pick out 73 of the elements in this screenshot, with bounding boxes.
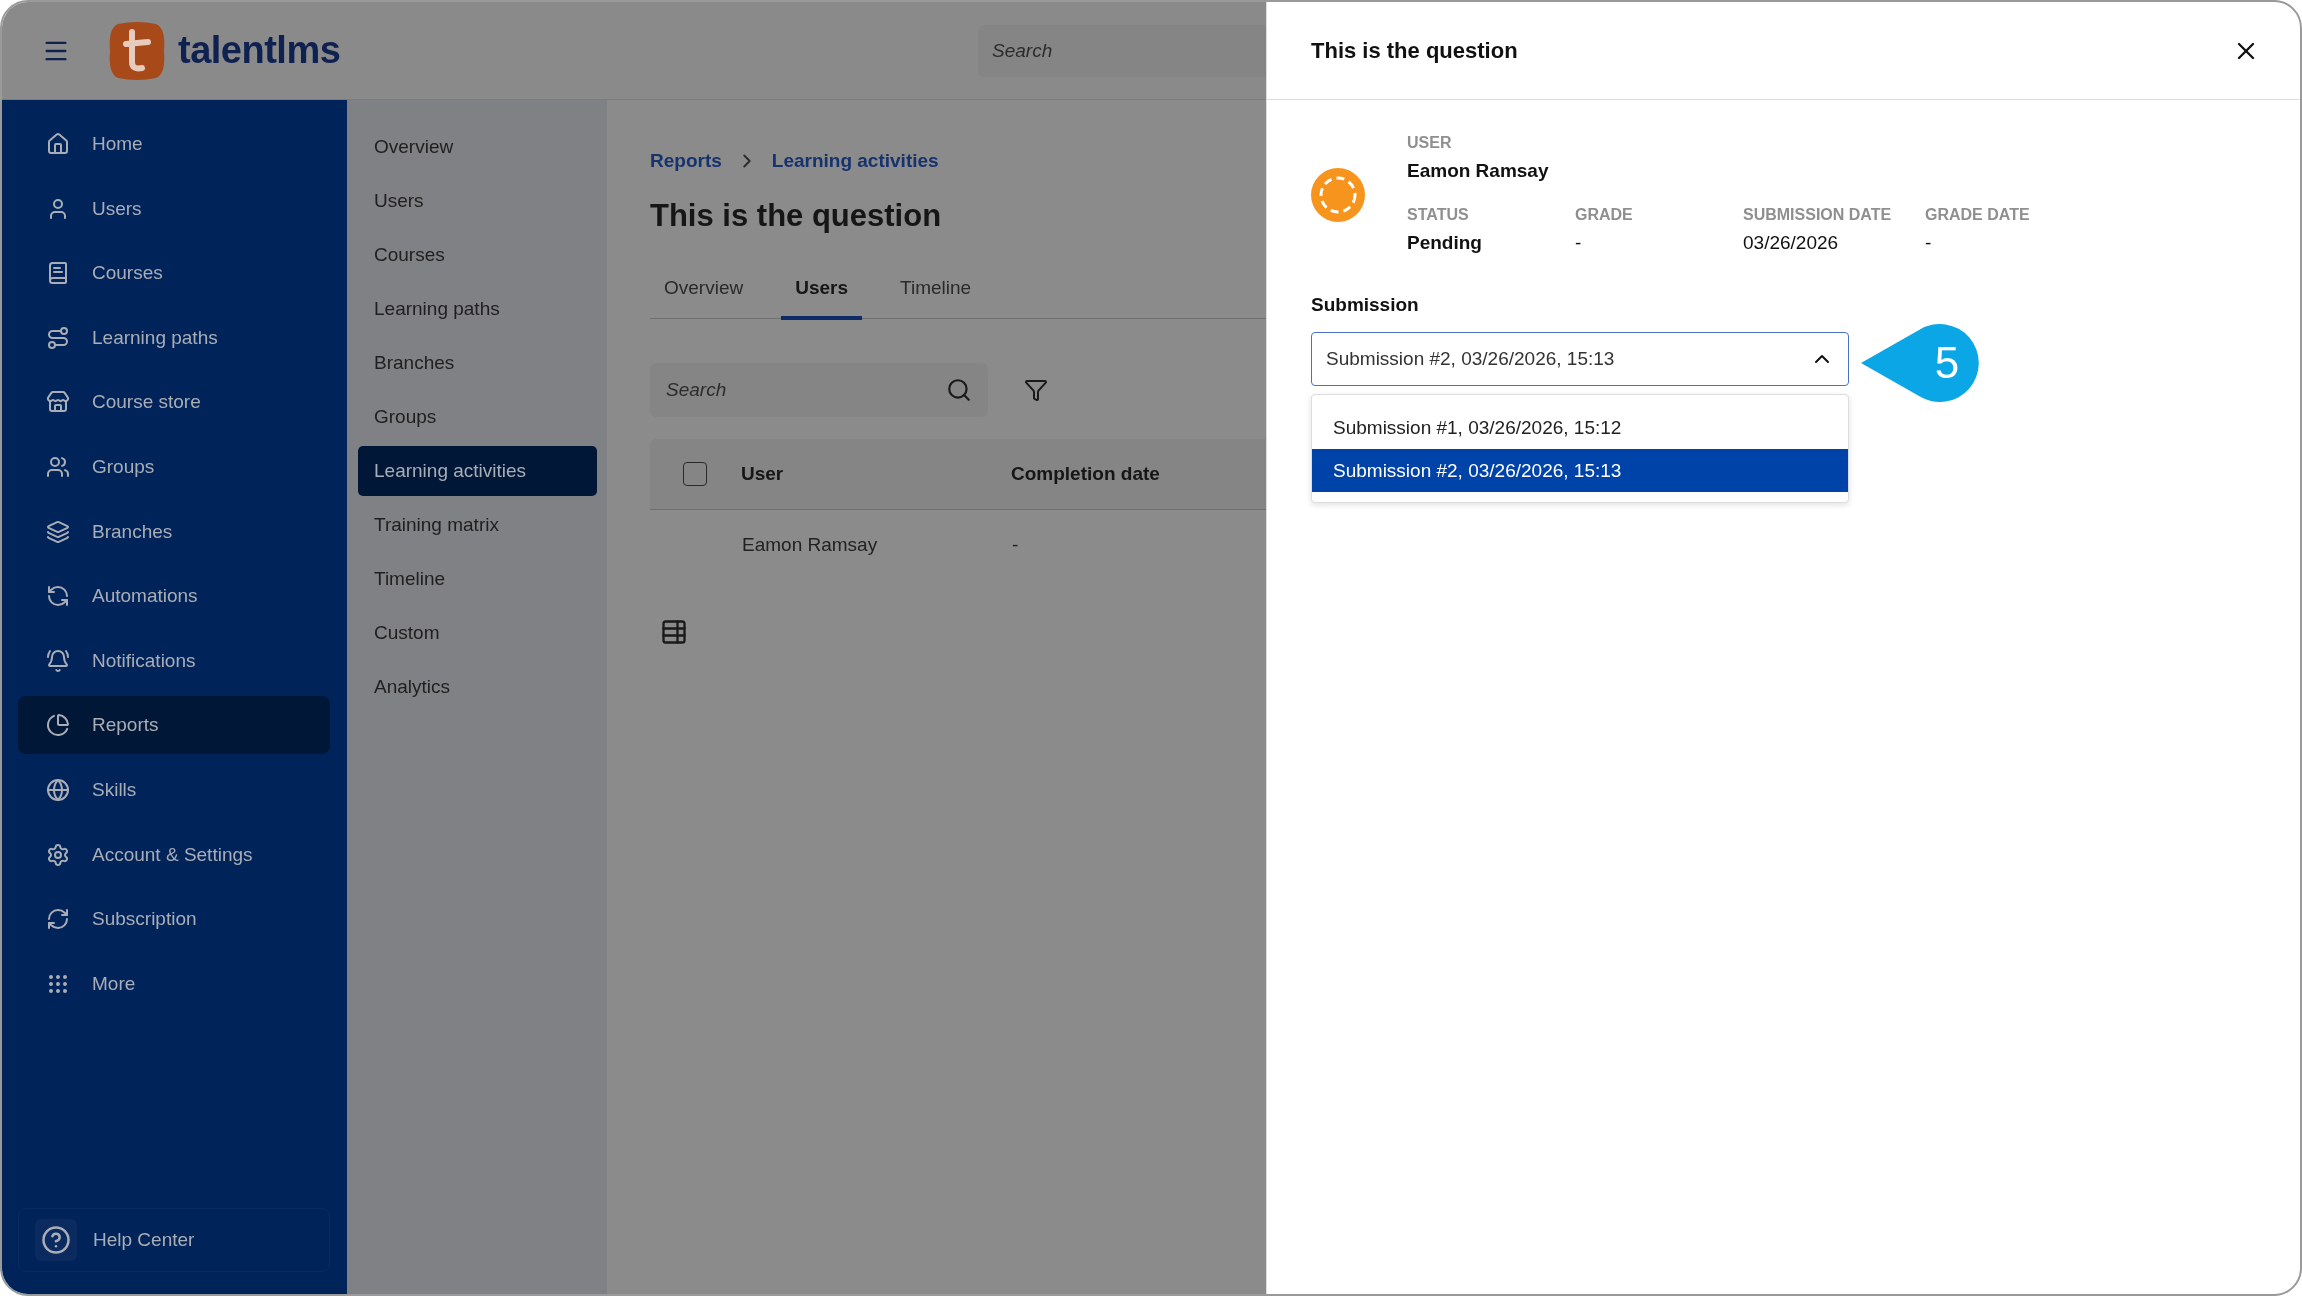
book-icon xyxy=(46,261,70,286)
sidebar-item[interactable]: Reports xyxy=(18,696,330,755)
store-icon xyxy=(46,390,70,415)
page-title: This is the question xyxy=(650,198,943,234)
column-header: User xyxy=(741,463,785,485)
breadcrumb-link[interactable]: Reports xyxy=(650,150,722,172)
help-center-link[interactable]: Help Center xyxy=(18,1208,330,1272)
subnav-item[interactable]: Custom xyxy=(358,608,597,658)
field-value: - xyxy=(1575,232,1583,254)
refresh-icon xyxy=(46,907,70,932)
subnav-item[interactable]: Learning paths xyxy=(358,284,597,334)
subnav-item[interactable]: Overview xyxy=(358,122,597,172)
tab[interactable]: Overview xyxy=(650,260,758,320)
field-value: Pending xyxy=(1407,232,1483,254)
drawer-title: This is the question xyxy=(1311,37,1519,64)
field-value: 03/26/2026 xyxy=(1743,232,1840,254)
globe-icon xyxy=(46,777,70,802)
dropdown-option[interactable]: Submission #1, 03/26/2026, 15:12 xyxy=(1312,406,1848,449)
field-label: SUBMISSION DATE xyxy=(1743,206,1893,224)
sidebar-item[interactable]: Subscription xyxy=(18,890,330,949)
subnav-item[interactable]: Timeline xyxy=(358,554,597,604)
dropdown-option[interactable]: Submission #2, 03/26/2026, 15:13 xyxy=(1312,449,1848,492)
bell-icon xyxy=(46,648,70,673)
field-label: GRADE DATE xyxy=(1925,206,2031,224)
subnav-item[interactable]: Groups xyxy=(358,392,597,442)
submission-select[interactable]: Submission #2, 03/26/2026, 15:13 xyxy=(1311,332,1849,386)
sidebar-item[interactable]: Branches xyxy=(18,502,330,561)
subnav-item[interactable]: Courses xyxy=(358,230,597,280)
subnav-item[interactable]: Branches xyxy=(358,338,597,388)
field-value: - xyxy=(1925,232,1933,254)
home-icon xyxy=(46,132,70,156)
column-header: Completion date xyxy=(1011,463,1161,485)
sidebar-item[interactable]: Automations xyxy=(18,567,330,626)
pending-status-icon xyxy=(1311,168,1365,222)
sidebar-item[interactable]: Account & Settings xyxy=(18,825,330,884)
field-label: USER xyxy=(1407,134,1453,152)
help-icon xyxy=(41,1225,71,1255)
sidebar-item[interactable]: More xyxy=(18,954,330,1013)
sidebar-item[interactable]: Skills xyxy=(18,760,330,819)
pie-chart-icon xyxy=(46,713,70,738)
users-icon xyxy=(46,454,70,479)
subnav-item[interactable]: Users xyxy=(358,176,597,226)
layers-icon xyxy=(46,519,70,544)
user-name: Eamon Ramsay xyxy=(1407,160,1550,182)
tab[interactable]: Users xyxy=(781,260,862,320)
field-label: STATUS xyxy=(1407,206,1470,224)
subnav-item[interactable]: Analytics xyxy=(358,662,597,712)
route-icon xyxy=(46,325,70,350)
subnav-item[interactable]: Learning activities xyxy=(358,446,597,496)
search-icon xyxy=(946,377,972,403)
sidebar-item[interactable]: Users xyxy=(18,179,330,238)
table-cell-text: - xyxy=(1012,534,1020,556)
sidebar-item[interactable]: Home xyxy=(18,115,330,173)
checkbox[interactable] xyxy=(683,462,707,486)
search-field[interactable]: Search xyxy=(650,363,988,417)
sidebar-item[interactable]: Courses xyxy=(18,244,330,303)
field-label: GRADE xyxy=(1575,206,1634,224)
submission-label: Submission xyxy=(1311,294,1420,316)
logo-text: talentlms xyxy=(178,29,341,72)
filter-icon[interactable] xyxy=(1024,378,1048,402)
sidebar-item[interactable]: Notifications xyxy=(18,631,330,690)
settings-icon xyxy=(46,842,70,867)
cycle-icon xyxy=(46,584,70,609)
sidebar-item[interactable]: Course store xyxy=(18,373,330,432)
table-cell-text: Eamon Ramsay xyxy=(742,534,879,556)
search-field[interactable]: Search xyxy=(978,24,1266,77)
sidebar-item[interactable]: Groups xyxy=(18,437,330,496)
breadcrumb-link[interactable]: Learning activities xyxy=(771,150,939,172)
sidebar-item[interactable]: Learning paths xyxy=(18,308,330,367)
subnav-item[interactable]: Training matrix xyxy=(358,500,597,550)
tab[interactable]: Timeline xyxy=(886,260,986,320)
table-export-icon[interactable] xyxy=(660,618,688,646)
logo-icon xyxy=(108,19,166,82)
